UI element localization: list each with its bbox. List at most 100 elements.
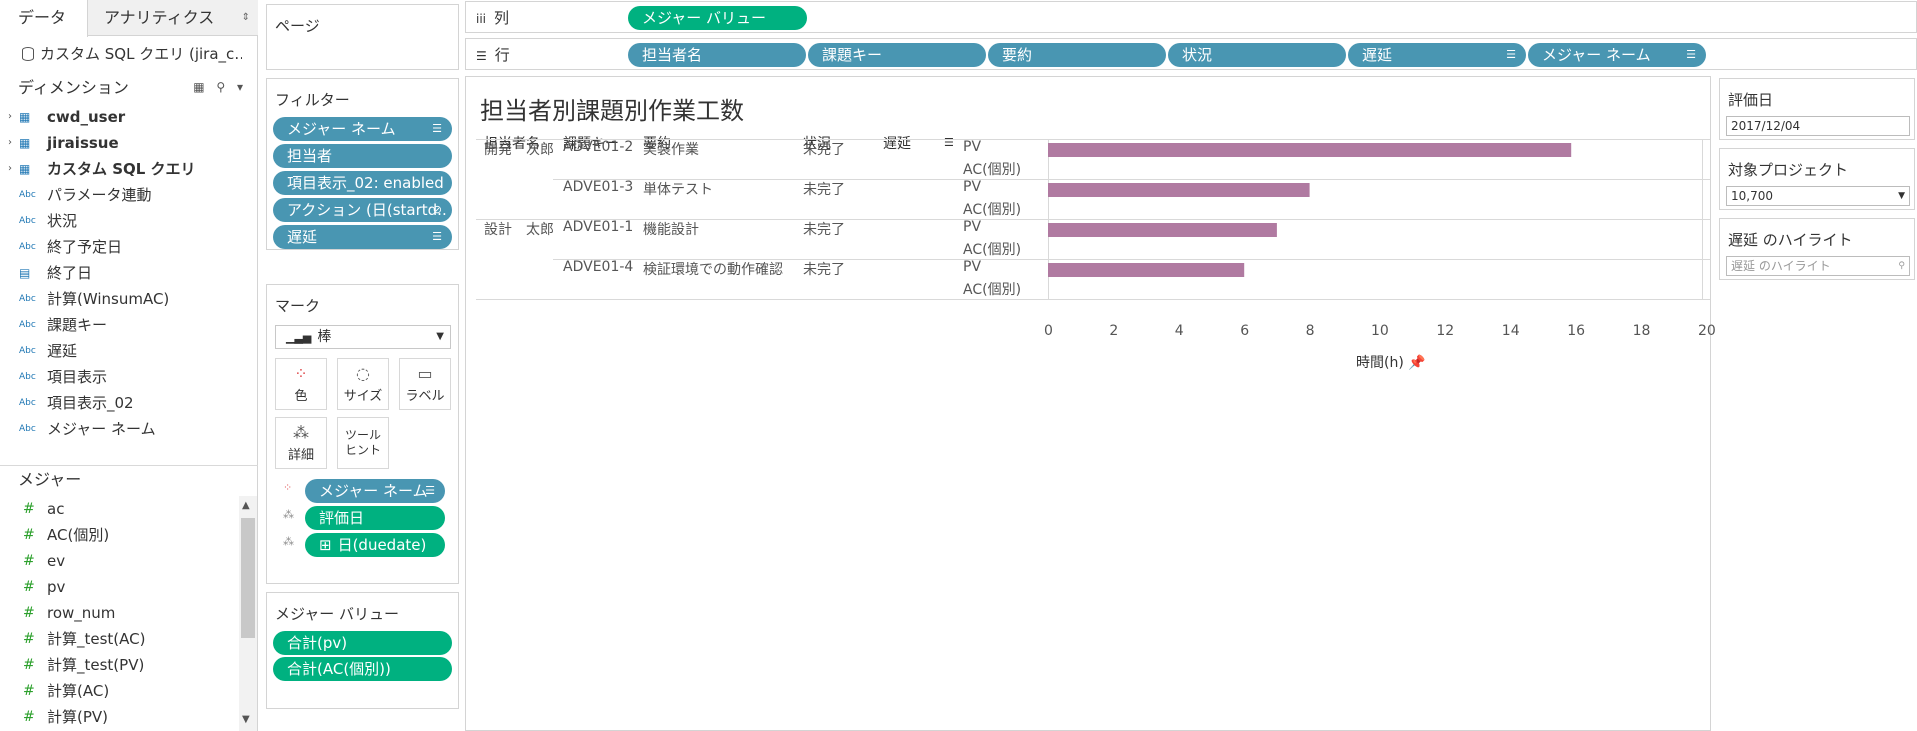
axis-tick-label: 0 xyxy=(1044,323,1053,339)
filter-pill-measure-names[interactable]: メジャー ネーム ☰ xyxy=(273,117,452,141)
dimension-field[interactable]: Abc 項目表示 xyxy=(0,364,240,390)
tooltip-button[interactable]: ツール ヒント xyxy=(337,417,389,469)
marks-pill-duedate[interactable]: ⊞ 日(duedate) xyxy=(305,533,445,557)
measures-header: メジャー xyxy=(18,470,82,489)
marks-pill-label: 日(duedate) xyxy=(337,536,427,554)
rows-label: 行 xyxy=(494,46,510,64)
measure-field[interactable]: # 計算_test(AC) xyxy=(0,626,236,652)
number-type-icon: # xyxy=(23,501,35,517)
bar-mark[interactable] xyxy=(1048,143,1572,157)
filter-pill-action[interactable]: アクション (日(startd.. ⊘ xyxy=(273,198,452,222)
marks-pill-eval-date[interactable]: 評価日 xyxy=(305,506,445,530)
dimension-field[interactable]: › ▦ カスタム SQL クエリ xyxy=(0,156,240,182)
rows-shelf-label: ☰ 行 xyxy=(476,39,510,72)
filter-pill-delay[interactable]: 遅延 ☰ xyxy=(273,225,452,249)
dimension-field[interactable]: Abc パラメータ連動 xyxy=(0,182,240,208)
highlight-input[interactable]: 遅延 のハイライト ⚲ xyxy=(1726,256,1910,276)
dimension-field[interactable]: Abc 遅延 xyxy=(0,338,240,364)
bar-mark[interactable] xyxy=(1048,183,1310,197)
dimension-tools-icon[interactable]: ▦ ⚲ ▾ xyxy=(193,80,247,94)
measure-value-pill-pv[interactable]: 合計(pv) xyxy=(273,631,452,655)
measure-field[interactable]: # row_num xyxy=(0,600,236,626)
columns-pill-measure-values[interactable]: メジャー バリュー xyxy=(628,6,807,30)
measure-field[interactable]: # AC(個別) xyxy=(0,522,236,548)
marks-pill-label: 評価日 xyxy=(319,509,365,527)
search-icon: ⚲ xyxy=(1898,261,1905,271)
scroll-up-icon[interactable]: ▲ xyxy=(242,500,250,511)
columns-shelf[interactable]: iii 列 メジャー バリュー xyxy=(465,1,1917,33)
dimension-field[interactable]: Abc 終了予定日 xyxy=(0,234,240,260)
dimension-label: 計算(WinsumAC) xyxy=(47,290,170,308)
measure-field[interactable]: # 計算(PV) xyxy=(0,704,236,730)
filter-pill-item-display[interactable]: 項目表示_02: enabled xyxy=(273,171,452,195)
axis-tick-label: 8 xyxy=(1305,323,1315,339)
scroll-thumb[interactable] xyxy=(241,518,255,638)
detail-button[interactable]: ⁂ 詳細 xyxy=(275,417,327,469)
dimension-field[interactable]: Abc メジャー ネーム xyxy=(0,416,240,442)
rows-pill-issue-key[interactable]: 課題キー xyxy=(808,43,986,67)
marks-card: マーク ▁▃▅ 棒 ▼ ⁘ 色 ◌ サイズ ▭ ラベル ⁂ 詳細 ツール ヒント ⁘ メジャ… xyxy=(266,284,459,584)
dimension-field[interactable]: › ▦ jiraissue xyxy=(0,130,240,156)
project-select[interactable]: 10,700 ▼ xyxy=(1726,186,1910,206)
size-button[interactable]: ◌ サイズ xyxy=(337,358,389,410)
color-encoding-icon: ⁘ xyxy=(283,481,293,494)
expand-icon: ⊞ xyxy=(319,536,332,554)
highlight-placeholder: 遅延 のハイライト xyxy=(1731,259,1831,273)
dimension-field[interactable]: Abc 計算(WinsumAC) xyxy=(0,286,240,312)
pane-tabs: データ アナリティクス ⇕ xyxy=(0,0,258,37)
axis-tick-label: 14 xyxy=(1501,323,1520,339)
text-type-icon: Abc xyxy=(19,372,36,382)
link-icon: ⊘ xyxy=(432,203,442,216)
eval-date-param: 評価日 2017/12/04 xyxy=(1719,78,1915,140)
rows-pill-assignee[interactable]: 担当者名 xyxy=(628,43,806,67)
scroll-down-icon[interactable]: ▼ xyxy=(242,714,250,725)
bar-mark[interactable] xyxy=(1048,223,1277,237)
dimension-field[interactable]: Abc 課題キー xyxy=(0,312,240,338)
text-type-icon: Abc xyxy=(19,294,36,304)
detail-encoding-icon: ⁂ xyxy=(283,535,294,548)
dimension-field[interactable]: › ▦ cwd_user xyxy=(0,104,240,130)
marks-pill-label: メジャー ネーム xyxy=(319,482,428,500)
rows-pill-measure-names[interactable]: メジャー ネーム ☰ xyxy=(1528,43,1706,67)
eval-date-input[interactable]: 2017/12/04 xyxy=(1726,116,1910,136)
text-type-icon: Abc xyxy=(19,190,36,200)
rows-shelf[interactable]: ☰ 行 担当者名 課題キー 要約 状況 遅延 ☰ メジャー ネーム ☰ xyxy=(465,38,1917,70)
label-button[interactable]: ▭ ラベル xyxy=(399,358,451,410)
mark-type-select[interactable]: ▁▃▅ 棒 ▼ xyxy=(275,325,451,349)
project-label: 対象プロジェクト xyxy=(1728,161,1849,179)
rows-pill-status[interactable]: 状況 xyxy=(1168,43,1346,67)
dimension-field[interactable]: ▤ 終了日 xyxy=(0,260,240,286)
dimension-label: メジャー ネーム xyxy=(47,420,156,438)
dimension-label: 終了日 xyxy=(47,264,93,282)
rows-pill-label: 要約 xyxy=(1002,46,1033,64)
measure-field[interactable]: # 計算_test(PV) xyxy=(0,652,236,678)
eval-date-label: 評価日 xyxy=(1728,91,1774,109)
filter-pill-assignee[interactable]: 担当者 xyxy=(273,144,452,168)
measures-scrollbar[interactable]: ▲ ▼ xyxy=(239,496,257,731)
tab-scroll-icon[interactable]: ⇕ xyxy=(242,0,250,36)
chevron-right-icon[interactable]: › xyxy=(8,104,12,130)
tab-data[interactable]: データ xyxy=(0,0,88,37)
chevron-right-icon[interactable]: › xyxy=(8,156,12,182)
dimension-label: cwd_user xyxy=(47,108,126,126)
chevron-right-icon[interactable]: › xyxy=(8,130,12,156)
color-button[interactable]: ⁘ 色 xyxy=(275,358,327,410)
bar-mark[interactable] xyxy=(1048,263,1245,277)
filter-pill-label: アクション (日(startd.. xyxy=(287,201,447,219)
measure-field[interactable]: # ev xyxy=(0,548,236,574)
tab-analytics[interactable]: アナリティクス xyxy=(88,0,258,36)
label-label: ラベル xyxy=(405,389,445,404)
dimension-label: 項目表示_02 xyxy=(47,394,134,412)
measure-field[interactable]: # pv xyxy=(0,574,236,600)
measure-value-pill-ac[interactable]: 合計(AC(個別)) xyxy=(273,657,452,681)
measure-field[interactable]: # 計算(AC) xyxy=(0,678,236,704)
measure-field[interactable]: # ac xyxy=(0,496,236,522)
datasource-item[interactable]: カスタム SQL クエリ (jira_c… xyxy=(22,40,242,68)
rows-pill-delay[interactable]: 遅延 ☰ xyxy=(1348,43,1526,67)
dimension-field[interactable]: Abc 項目表示_02 xyxy=(0,390,240,416)
marks-pill-measure-names[interactable]: メジャー ネーム ☰ xyxy=(305,479,445,503)
dimension-field[interactable]: Abc 状況 xyxy=(0,208,240,234)
pages-card[interactable]: ページ xyxy=(266,4,459,70)
rows-pill-summary[interactable]: 要約 xyxy=(988,43,1166,67)
axis-title[interactable]: 時間(h) 📌 xyxy=(1356,352,1426,372)
